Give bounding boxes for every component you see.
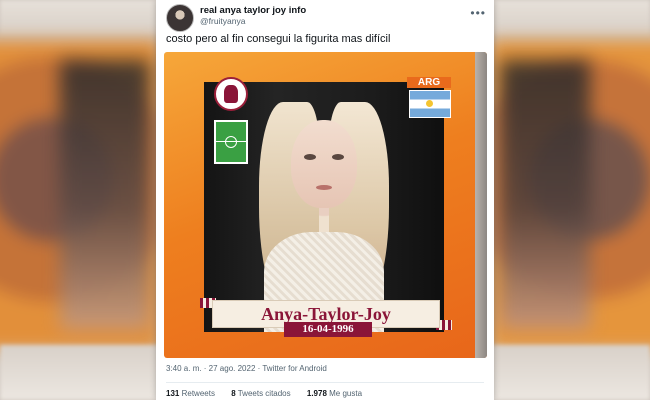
sticker-edge [475, 52, 487, 358]
quotes-stat[interactable]: 8 Tweets citados [231, 389, 290, 398]
football-field-icon [214, 120, 248, 164]
tweet-text: costo pero al fin consegui la figurita m… [166, 33, 391, 45]
argentina-flag-icon [409, 90, 451, 118]
avatar[interactable] [166, 4, 194, 32]
likes-count: 1.978 [306, 389, 327, 398]
likes-stat[interactable]: 1.978 Me gusta [307, 389, 362, 398]
birth-date: 16-04-1996 [284, 322, 372, 337]
tweet-timestamp[interactable]: 3:40 a. m. · 27 ago. 2022 · Twitter for … [166, 364, 327, 373]
world-cup-logo-icon [214, 77, 248, 111]
retweets-label: Retweets [181, 389, 215, 398]
quotes-label: Tweets citados [237, 389, 291, 398]
retweets-count: 131 [166, 389, 180, 398]
divider [166, 382, 484, 383]
retweets-stat[interactable]: 131 Retweets [166, 389, 215, 398]
display-name[interactable]: real anya taylor joy info [200, 5, 306, 16]
likes-label: Me gusta [329, 389, 363, 398]
tweet-media-image[interactable]: ARG Anya-Taylor-Joy 16-04-1996 [164, 52, 487, 358]
quotes-count: 8 [231, 389, 236, 398]
tweet-stats: 131 Retweets 8 Tweets citados 1.978 Me g… [166, 389, 376, 398]
more-horizontal-icon[interactable]: ••• [470, 6, 486, 20]
tweet-card: real anya taylor joy info @fruityanya ••… [156, 0, 494, 400]
user-handle[interactable]: @fruityanya [200, 16, 245, 26]
country-code: ARG [407, 77, 451, 88]
